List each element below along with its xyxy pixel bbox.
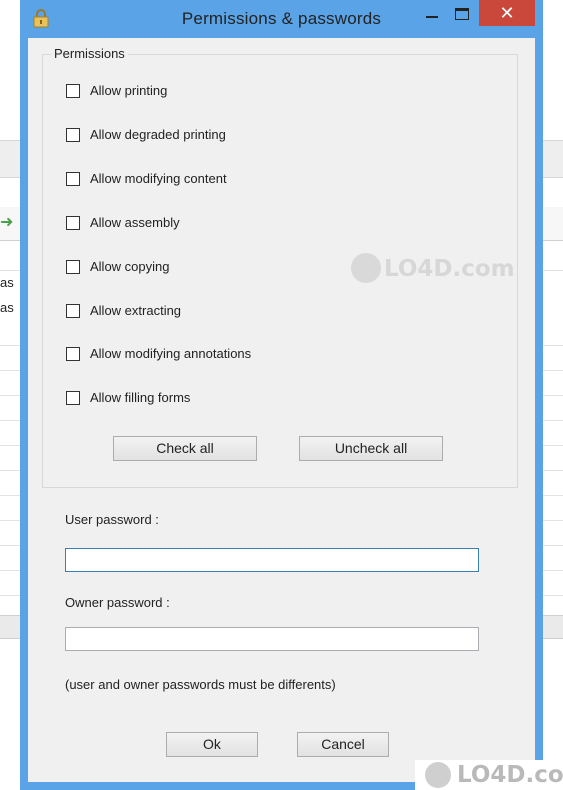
permissions-group-title: Permissions [51, 46, 128, 61]
owner-password-label: Owner password : [65, 595, 170, 610]
checkbox-box[interactable] [66, 391, 80, 405]
background-text-fragment: as [0, 300, 14, 315]
checkbox-box[interactable] [66, 128, 80, 142]
checkbox-box[interactable] [66, 260, 80, 274]
checkbox-box[interactable] [66, 172, 80, 186]
checkbox-label[interactable]: Allow filling forms [90, 390, 190, 405]
password-note: (user and owner passwords must be differ… [65, 677, 336, 692]
close-icon: ✕ [499, 3, 515, 23]
watermark-logo-icon [425, 762, 451, 788]
checkbox-box[interactable] [66, 84, 80, 98]
checkbox-label[interactable]: Allow degraded printing [90, 127, 226, 142]
checkbox-label[interactable]: Allow modifying annotations [90, 346, 251, 361]
user-password-field[interactable] [65, 548, 479, 572]
close-button[interactable]: ✕ [479, 0, 535, 26]
uncheck-all-button[interactable]: Uncheck all [299, 436, 443, 461]
green-arrow-icon: ➜ [0, 214, 14, 231]
user-password-label: User password : [65, 512, 159, 527]
checkbox-label[interactable]: Allow assembly [90, 215, 180, 230]
checkbox-label[interactable]: Allow extracting [90, 303, 181, 318]
maximize-button[interactable] [448, 0, 476, 28]
cancel-button[interactable]: Cancel [297, 732, 389, 757]
minimize-button[interactable] [418, 0, 446, 28]
maximize-icon [455, 8, 469, 20]
watermark-logo-icon [351, 253, 381, 283]
permissions-dialog: Permissions & passwords ✕ Permissions Al… [20, 0, 543, 790]
checkbox-box[interactable] [66, 347, 80, 361]
background-text-fragment: as [0, 275, 14, 290]
checkbox-box[interactable] [66, 304, 80, 318]
check-all-button[interactable]: Check all [113, 436, 257, 461]
dialog-content: Permissions Allow printing Allow degrade… [28, 38, 535, 782]
title-bar[interactable]: Permissions & passwords ✕ [20, 0, 543, 38]
watermark-text: LO4D.com [457, 762, 563, 788]
minimize-icon [426, 16, 438, 18]
corner-watermark: LO4D.com [415, 760, 563, 790]
checkbox-box[interactable] [66, 216, 80, 230]
watermark-text: LO4D.com [384, 256, 515, 282]
checkbox-label[interactable]: Allow modifying content [90, 171, 227, 186]
owner-password-field[interactable] [65, 627, 479, 651]
ok-button[interactable]: Ok [166, 732, 258, 757]
checkbox-label[interactable]: Allow printing [90, 83, 167, 98]
checkbox-label[interactable]: Allow copying [90, 259, 170, 274]
